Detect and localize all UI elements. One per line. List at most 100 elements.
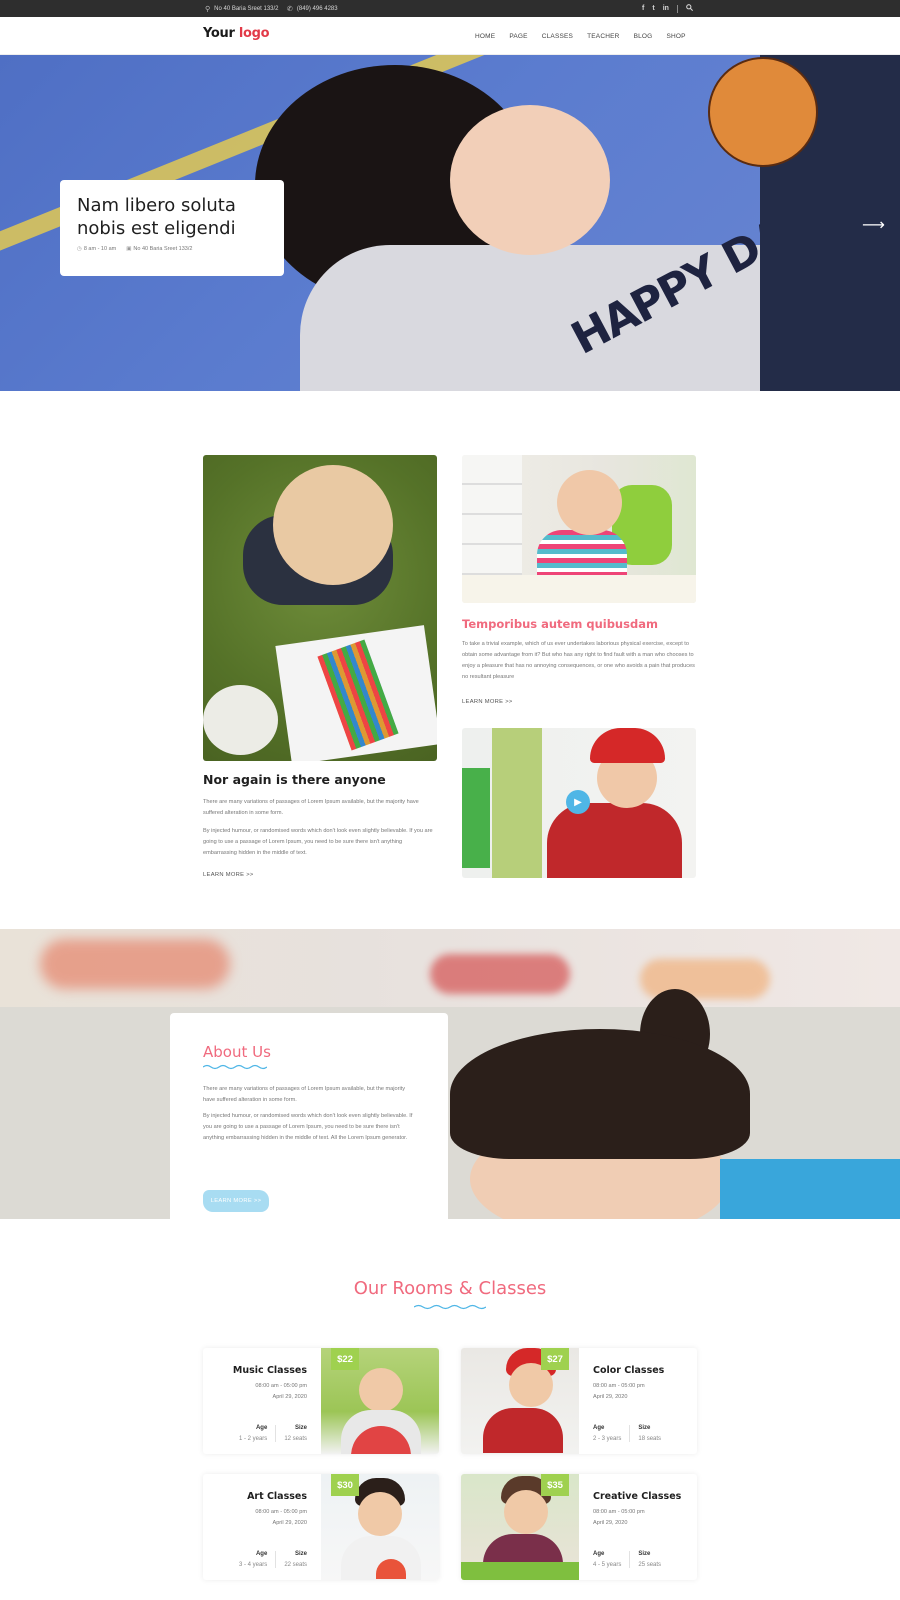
class-age: Age 2 - 3 years: [585, 1425, 629, 1442]
logo-part-1: Your: [203, 26, 235, 41]
class-size: Size 12 seats: [275, 1425, 315, 1442]
class-date: April 29, 2020: [593, 1394, 628, 1400]
nav-classes[interactable]: CLASSES: [542, 33, 573, 40]
twitter-icon[interactable]: t: [652, 5, 654, 12]
feature-image-left: [203, 455, 437, 761]
rooms-title: Our Rooms & Classes: [353, 1278, 547, 1299]
class-card-color[interactable]: $27 Color Classes 08:00 am - 05:00 pm Ap…: [461, 1348, 697, 1454]
class-stats: Age 4 - 5 years Size 25 seats: [585, 1551, 669, 1568]
class-age: Age 4 - 5 years: [585, 1551, 629, 1568]
hero-location-text: No 40 Baria Sreet 133/2: [133, 246, 193, 252]
size-label: Size: [638, 1425, 651, 1431]
feature-left-p2: By injected humour, or randomised words …: [203, 828, 433, 856]
image-wall: [492, 728, 542, 878]
age-value: 4 - 5 years: [593, 1562, 622, 1568]
about-learn-more-button[interactable]: LEARN MORE >>: [203, 1190, 269, 1212]
map-icon: ▣: [126, 246, 132, 252]
class-card-music[interactable]: Music Classes 08:00 am - 05:00 pm April …: [203, 1348, 439, 1454]
hero-time: ◷ 8 am - 10 am: [77, 246, 116, 252]
age-label: Age: [255, 1425, 268, 1431]
site-header: Your logo HOME PAGE CLASSES TEACHER BLOG…: [0, 17, 900, 55]
about-p1: There are many variations of passages of…: [203, 1086, 406, 1103]
price-badge: $35: [541, 1474, 569, 1496]
top-bar: ⚲ No 40 Baria Sreet 133/2 ✆ (849) 496 42…: [0, 0, 900, 17]
hero-title: Nam libero soluta nobis est eligendi: [77, 195, 236, 239]
class-time: 08:00 am - 05:00 pm: [255, 1383, 307, 1389]
class-time: 08:00 am - 05:00 pm: [593, 1383, 645, 1389]
address-text: No 40 Baria Sreet 133/2: [214, 5, 279, 12]
age-label: Age: [593, 1425, 605, 1431]
wave-divider-icon: [203, 1064, 267, 1070]
feature-left-title: Nor again is there anyone: [203, 772, 386, 787]
class-info: Creative Classes 08:00 am - 05:00 pm Apr…: [579, 1474, 697, 1580]
class-info: Art Classes 08:00 am - 05:00 pm April 29…: [203, 1474, 321, 1580]
class-size: Size 18 seats: [629, 1425, 669, 1442]
age-label: Age: [593, 1551, 605, 1557]
size-value: 12 seats: [284, 1436, 307, 1442]
instagram-icon[interactable]: in: [663, 5, 669, 12]
logo-part-2: logo: [238, 26, 270, 41]
nav-page[interactable]: PAGE: [509, 33, 527, 40]
class-stats: Age 2 - 3 years Size 18 seats: [585, 1425, 669, 1442]
bg-toys: [40, 939, 230, 989]
site-logo[interactable]: Your logo: [203, 26, 270, 41]
facebook-icon[interactable]: f: [642, 5, 644, 12]
about-p2: By injected humour, or randomised words …: [203, 1113, 413, 1141]
image-hat: [590, 728, 665, 763]
next-slide-arrow-icon[interactable]: ⟶: [862, 215, 885, 235]
nav-shop[interactable]: SHOP: [666, 33, 685, 40]
search-icon[interactable]: [686, 4, 693, 13]
clock-icon: ◷: [77, 246, 82, 252]
photo-mat: [461, 1562, 579, 1580]
hero-location: ▣ No 40 Baria Sreet 133/2: [126, 246, 192, 252]
price-badge: $22: [331, 1348, 359, 1370]
class-date: April 29, 2020: [272, 1520, 307, 1526]
feature-right-title: Temporibus autem quibusdam: [462, 617, 658, 631]
class-stats: Age 1 - 2 years Size 12 seats: [231, 1425, 315, 1442]
image-green-cabinet: [462, 768, 490, 868]
social-links: f t in: [642, 0, 693, 17]
class-card-art[interactable]: Art Classes 08:00 am - 05:00 pm April 29…: [203, 1474, 439, 1580]
bg-blue-table: [720, 1159, 900, 1219]
image-books: [462, 575, 696, 603]
play-icon[interactable]: ▶: [566, 790, 590, 814]
hero-caption-card: Nam libero soluta nobis est eligendi ◷ 8 …: [60, 180, 284, 276]
class-info: Music Classes 08:00 am - 05:00 pm April …: [203, 1348, 321, 1454]
size-label: Size: [638, 1551, 651, 1557]
price-badge: $30: [331, 1474, 359, 1496]
hero-face: [450, 105, 610, 255]
class-time: 08:00 am - 05:00 pm: [593, 1509, 645, 1515]
class-size: Size 22 seats: [275, 1551, 315, 1568]
bg-girl-hair: [450, 1029, 750, 1159]
size-value: 22 seats: [284, 1562, 307, 1568]
class-card-creative[interactable]: $35 Creative Classes 08:00 am - 05:00 pm…: [461, 1474, 697, 1580]
about-background: [0, 929, 900, 1219]
class-size: Size 25 seats: [629, 1551, 669, 1568]
phone-text: (849) 496 4283: [296, 5, 338, 12]
nav-blog[interactable]: BLOG: [634, 33, 653, 40]
age-value: 2 - 3 years: [593, 1436, 622, 1442]
divider: [676, 4, 678, 13]
hero-time-text: 8 am - 10 am: [83, 246, 117, 252]
feature-right-learn-more[interactable]: LEARN MORE >>: [462, 699, 513, 705]
bg-blocks: [430, 954, 570, 994]
hero-meta: ◷ 8 am - 10 am ▣ No 40 Baria Sreet 133/2: [77, 246, 267, 252]
image-kid: [557, 470, 622, 535]
image-coat: [547, 803, 682, 878]
phone-info: ✆ (849) 496 4283: [287, 0, 338, 17]
photo-kid: [359, 1368, 403, 1412]
age-value: 3 - 4 years: [238, 1562, 268, 1568]
main-nav: HOME PAGE CLASSES TEACHER BLOG SHOP: [475, 17, 686, 55]
feature-image-right-top: [462, 455, 696, 603]
feature-left-learn-more[interactable]: LEARN MORE >>: [203, 872, 254, 878]
image-shirt: [537, 530, 627, 575]
nav-teacher[interactable]: TEACHER: [587, 33, 619, 40]
class-age: Age 3 - 4 years: [231, 1551, 275, 1568]
feature-left-p1: There are many variations of passages of…: [203, 799, 419, 816]
about-title: About Us: [203, 1043, 271, 1061]
class-name: Creative Classes: [593, 1491, 682, 1502]
image-girl: [273, 465, 393, 585]
nav-home[interactable]: HOME: [475, 33, 495, 40]
photo-coat: [483, 1408, 563, 1453]
class-time: 08:00 am - 05:00 pm: [255, 1509, 307, 1515]
